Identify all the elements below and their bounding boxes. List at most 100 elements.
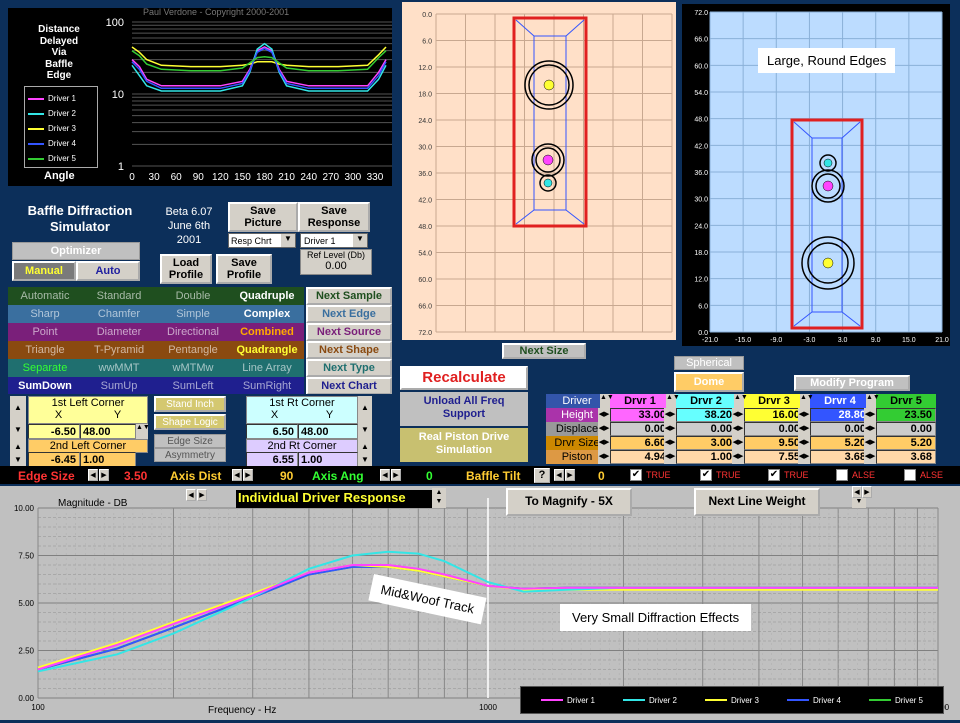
shape-option-pentangle[interactable]: Pentangle (156, 341, 230, 359)
line-weight-scroll-top[interactable]: ◀ ▶ (852, 486, 872, 498)
value-spin[interactable]: ◀▶ (864, 422, 876, 436)
edge-size-value[interactable]: 3.50 (124, 469, 147, 483)
value-spin[interactable]: ◀▶ (598, 450, 610, 464)
value-spin[interactable]: ◀▶ (864, 408, 876, 422)
shape-option-sumleft[interactable]: SumLeft (156, 377, 230, 395)
real-piston-button[interactable]: Real Piston Drive Simulation (400, 428, 528, 462)
height-input-4[interactable]: 28.80 (810, 408, 870, 422)
shape-option-chamfer[interactable]: Chamfer (82, 305, 156, 323)
next-line-weight-button[interactable]: Next Line Weight (694, 488, 820, 516)
height-input-3[interactable]: 16.00 (744, 408, 804, 422)
driver-header-5[interactable]: Drvr 5 (876, 394, 936, 408)
displace-input-4[interactable]: 0.00 (810, 422, 870, 436)
action-next-source[interactable]: Next Source (306, 323, 392, 341)
first-left-y-input[interactable]: 48.00 (80, 424, 136, 439)
value-spin[interactable]: ◀▶ (664, 450, 676, 464)
second-right-x-input[interactable]: 6.55 (246, 452, 298, 467)
value-spin[interactable]: ◀▶ (664, 408, 676, 422)
edge-size-button[interactable]: Edge Size (154, 434, 226, 448)
piston-input-5[interactable]: 3.68 (876, 450, 936, 464)
manual-button[interactable]: Manual (12, 261, 76, 281)
value-spin[interactable]: ◀▶ (732, 422, 744, 436)
shape-option-wwmmt[interactable]: wwMMT (82, 359, 156, 377)
next-size-button[interactable]: Next Size (502, 343, 586, 359)
shape-option-simple[interactable]: Simple (156, 305, 230, 323)
magnify-button[interactable]: To Magnify - 5X (506, 488, 632, 516)
value-spin[interactable]: ◀▶ (864, 436, 876, 450)
first-left-spin[interactable]: ▲▼ (136, 424, 150, 439)
driver-select[interactable]: Driver 1 ▼ (300, 233, 368, 248)
axis-dist-spin[interactable]: ◀ ▶ (232, 469, 253, 481)
title-scroll[interactable]: ◀ ▶ (186, 489, 207, 501)
first-left-x-input[interactable]: -6.50 (28, 424, 80, 439)
displace-input-2[interactable]: 0.00 (676, 422, 736, 436)
modify-program-button[interactable]: Modify Program (794, 375, 910, 391)
shape-option-complex[interactable]: Complex (230, 305, 304, 323)
second-left-y-input[interactable]: 1.00 (80, 452, 136, 467)
value-spin[interactable]: ◀▶ (798, 422, 810, 436)
first-right-spin[interactable]: ▲ ▼ (358, 396, 372, 440)
action-next-shape[interactable]: Next Shape (306, 341, 392, 359)
chevron-down-icon[interactable]: ▼ (353, 234, 367, 247)
driver-header-4[interactable]: Drvr 4 (810, 394, 870, 408)
drvr-size-input-3[interactable]: 9.50 (744, 436, 804, 450)
spherical-button[interactable]: Spherical (674, 356, 744, 370)
driver-header-3[interactable]: Drvr 3 (744, 394, 804, 408)
second-left-spin-left[interactable]: ▲ ▼ (10, 440, 26, 466)
action-next-chart[interactable]: Next Chart (306, 377, 392, 395)
shape-option-line-array[interactable]: Line Array (230, 359, 304, 377)
value-spin[interactable]: ◀▶ (598, 436, 610, 450)
auto-button[interactable]: Auto (76, 261, 140, 281)
displace-input-3[interactable]: 0.00 (744, 422, 804, 436)
save-profile-button[interactable]: Save Profile (216, 254, 272, 284)
edge-size-spin[interactable]: ◀ ▶ (88, 469, 109, 481)
unload-freq-button[interactable]: Unload All Freq Support (400, 392, 528, 426)
baffle-tilt-spin[interactable]: ◀ ▶ (554, 469, 575, 481)
save-picture-button[interactable]: Save Picture (228, 202, 298, 232)
shape-option-sumright[interactable]: SumRight (230, 377, 304, 395)
driver-spin[interactable]: ▲▼ (734, 394, 748, 408)
shape-option-t-pyramid[interactable]: T-Pyramid (82, 341, 156, 359)
driver-spin[interactable]: ▲▼ (666, 394, 680, 408)
value-spin[interactable]: ◀▶ (732, 450, 744, 464)
shape-option-diameter[interactable]: Diameter (82, 323, 156, 341)
driver-enable-checkbox-2[interactable]: ✔ (700, 469, 712, 481)
chevron-down-icon[interactable]: ▼ (281, 234, 295, 247)
dome-button[interactable]: Dome (674, 372, 744, 392)
first-left-spin-left[interactable]: ▲ ▼ (10, 396, 26, 440)
driver-enable-checkbox-3[interactable]: ✔ (768, 469, 780, 481)
shape-option-sumup[interactable]: SumUp (82, 377, 156, 395)
shape-option-sumdown[interactable]: SumDown (8, 377, 82, 395)
height-input-1[interactable]: 33.00 (610, 408, 670, 422)
title-scroll-v[interactable]: ▲ ▼ (432, 488, 446, 508)
driver-spin[interactable]: ▲▼ (866, 394, 880, 408)
value-spin[interactable]: ◀▶ (732, 408, 744, 422)
load-profile-button[interactable]: Load Profile (160, 254, 212, 284)
second-right-spin[interactable]: ▲ ▼ (358, 440, 372, 466)
driver-enable-checkbox-5[interactable] (904, 469, 916, 481)
asymmetry-button[interactable]: Asymmetry (154, 448, 226, 462)
ref-level-value[interactable]: 0.00 (301, 260, 371, 272)
value-spin[interactable]: ◀▶ (664, 436, 676, 450)
shape-option-standard[interactable]: Standard (82, 287, 156, 305)
optimizer-button[interactable]: Optimizer (12, 242, 140, 260)
first-right-y-input[interactable]: 48.00 (298, 424, 358, 439)
shape-option-separate[interactable]: Separate (8, 359, 82, 377)
second-right-y-input[interactable]: 1.00 (298, 452, 358, 467)
shape-logic-button[interactable]: Shape Logic (154, 414, 226, 430)
axis-ang-value[interactable]: 0 (426, 469, 433, 483)
help-button[interactable]: ? (534, 468, 550, 483)
drvr-size-input-1[interactable]: 6.60 (610, 436, 670, 450)
shape-option-quadruple[interactable]: Quadruple (230, 287, 304, 305)
value-spin[interactable]: ◀▶ (664, 422, 676, 436)
piston-input-2[interactable]: 1.00 (676, 450, 736, 464)
first-right-x-input[interactable]: 6.50 (246, 424, 298, 439)
save-response-button[interactable]: Save Response (298, 202, 370, 232)
driver-header-1[interactable]: Drvr 1 (610, 394, 670, 408)
piston-input-1[interactable]: 4.94 (610, 450, 670, 464)
displace-input-5[interactable]: 0.00 (876, 422, 936, 436)
driver-spin[interactable]: ▲▼ (600, 394, 614, 408)
value-spin[interactable]: ◀▶ (798, 450, 810, 464)
driver-enable-checkbox-4[interactable] (836, 469, 848, 481)
action-next-type[interactable]: Next Type (306, 359, 392, 377)
